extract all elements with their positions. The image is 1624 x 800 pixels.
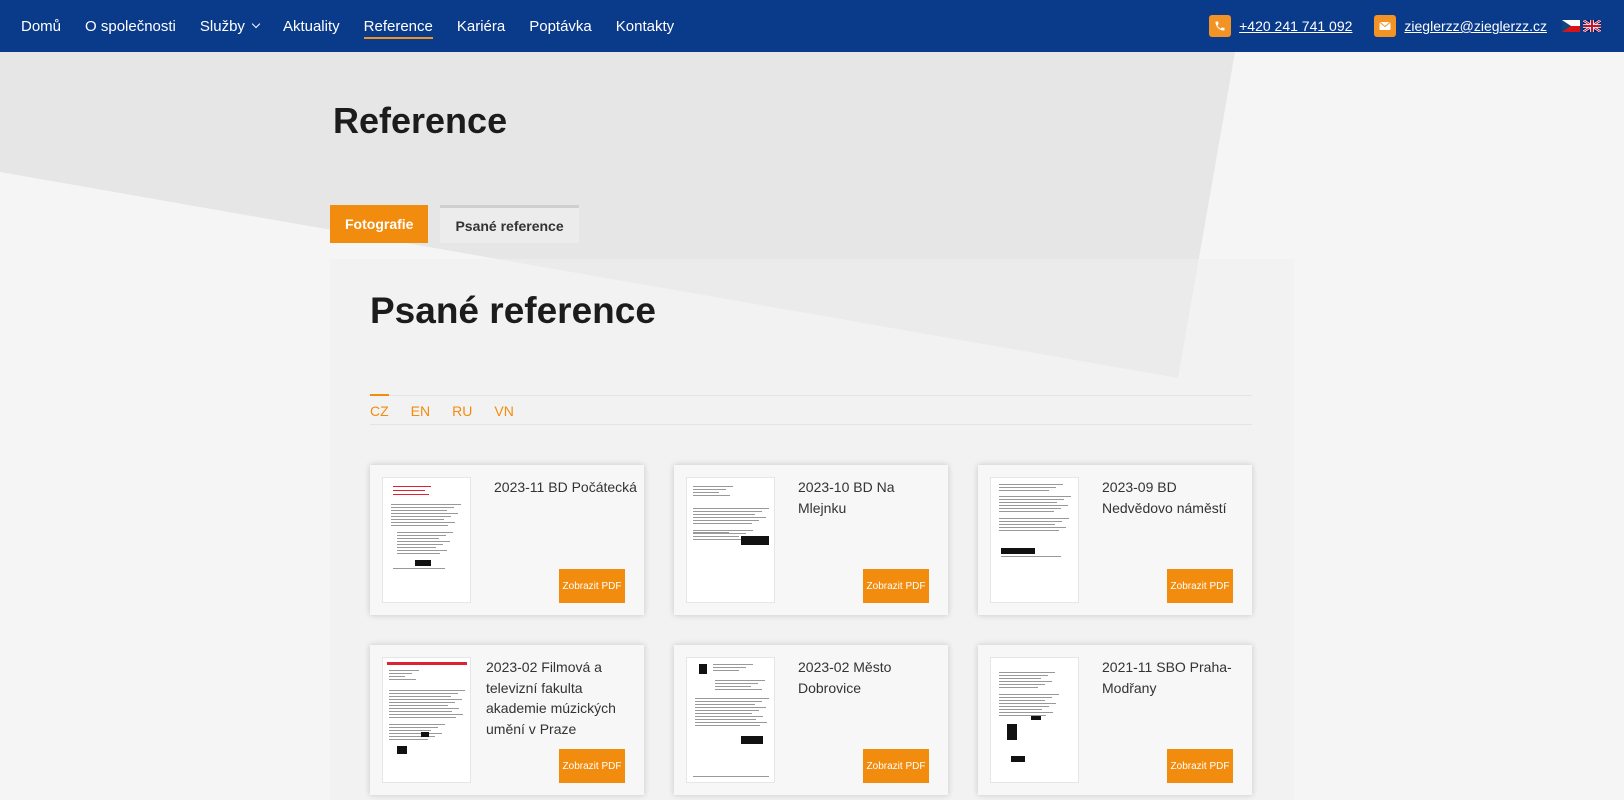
nav-about[interactable]: O společnosti [85, 0, 176, 52]
reference-card: 2023-02 Filmová a televizní fakulta akad… [370, 645, 644, 795]
document-thumbnail [990, 657, 1079, 783]
nav-contacts-label: Kontakty [615, 17, 675, 35]
reference-card-title: 2021-11 SBO Praha-Modřany [1102, 659, 1232, 696]
nav-about-label: O společnosti [85, 17, 176, 35]
lang-tab-cz[interactable]: CZ [370, 394, 389, 424]
nav-menu: Domů O společnosti Služby Aktuality Referenc… [21, 0, 698, 52]
tab-photos[interactable]: Fotografie [330, 205, 429, 243]
cz-flag-icon[interactable] [1562, 20, 1580, 32]
nav-references[interactable]: Reference [363, 0, 434, 52]
reference-card-title: 2023-10 BD Na Mlejnku [798, 479, 895, 516]
document-thumbnail [382, 657, 471, 783]
mail-icon [1374, 15, 1397, 37]
reference-card-title: 2023-02 Filmová a televizní fakulta akad… [486, 659, 616, 737]
tab-written-references[interactable]: Psané reference [440, 205, 579, 243]
document-thumbnail [686, 657, 775, 783]
nav-career[interactable]: Kariéra [457, 0, 505, 52]
lang-tab-vn[interactable]: VN [494, 396, 513, 424]
lang-tab-ru[interactable]: RU [452, 396, 472, 424]
reference-card: 2023-10 BD Na Mlejnku Zobrazit PDF [674, 465, 948, 615]
language-filter-tabs: CZ EN RU VN [370, 394, 1252, 425]
phone-link[interactable]: +420 241 741 092 [1209, 15, 1352, 37]
language-switcher [1559, 20, 1601, 32]
reference-card: 2021-11 SBO Praha-Modřany Zobrazit PDF [978, 645, 1252, 795]
nav-home-label: Domů [21, 17, 62, 35]
document-thumbnail [686, 477, 775, 603]
email-link[interactable]: zieglerzz@zieglerzz.cz [1374, 15, 1547, 37]
section-title: Psané reference [370, 290, 656, 331]
show-pdf-button[interactable]: Zobrazit PDF [1167, 749, 1233, 783]
phone-number: +420 241 741 092 [1239, 18, 1353, 34]
show-pdf-button[interactable]: Zobrazit PDF [863, 749, 929, 783]
document-thumbnail [990, 477, 1079, 603]
nav-home[interactable]: Domů [21, 0, 61, 52]
show-pdf-button[interactable]: Zobrazit PDF [559, 569, 625, 603]
nav-news[interactable]: Aktuality [283, 0, 340, 52]
reference-card: 2023-11 BD Počátecká Zobrazit PDF [370, 465, 644, 615]
page-title: Reference [333, 100, 508, 141]
document-thumbnail [382, 477, 471, 603]
lang-tab-en[interactable]: EN [411, 396, 430, 424]
nav-inquiry-label: Poptávka [529, 17, 592, 35]
nav-career-label: Kariéra [456, 17, 506, 35]
nav-contacts: +420 241 741 092 zieglerzz@zieglerzz.cz [1209, 0, 1624, 52]
nav-inquiry[interactable]: Poptávka [529, 0, 592, 52]
nav-references-label: Reference [363, 17, 433, 35]
show-pdf-button[interactable]: Zobrazit PDF [559, 749, 625, 783]
reference-card-title: 2023-02 Město Dobrovice [798, 659, 892, 696]
nav-services-label: Služby [199, 17, 245, 35]
nav-news-label: Aktuality [282, 17, 340, 35]
reference-card-title: 2023-11 BD Počátecká [494, 479, 637, 495]
show-pdf-button[interactable]: Zobrazit PDF [1167, 569, 1233, 603]
reference-card-title: 2023-09 BD Nedvědovo náměstí [1102, 479, 1227, 516]
chevron-down-icon [251, 19, 261, 29]
nav-contacts[interactable]: Kontakty [616, 0, 674, 52]
reference-tabs: Fotografie Psané reference [330, 205, 591, 243]
reference-card: 2023-09 BD Nedvědovo náměstí Zobrazit PDF [978, 465, 1252, 615]
show-pdf-button[interactable]: Zobrazit PDF [863, 569, 929, 603]
email-address: zieglerzz@zieglerzz.cz [1404, 18, 1547, 34]
phone-icon [1209, 15, 1232, 37]
nav-services[interactable]: Služby [199, 0, 261, 52]
top-navbar: Domů O společnosti Služby Aktuality Referenc… [0, 0, 1624, 52]
reference-card: 2023-02 Město Dobrovice Zobrazit PDF [674, 645, 948, 795]
uk-flag-icon[interactable] [1583, 20, 1601, 32]
